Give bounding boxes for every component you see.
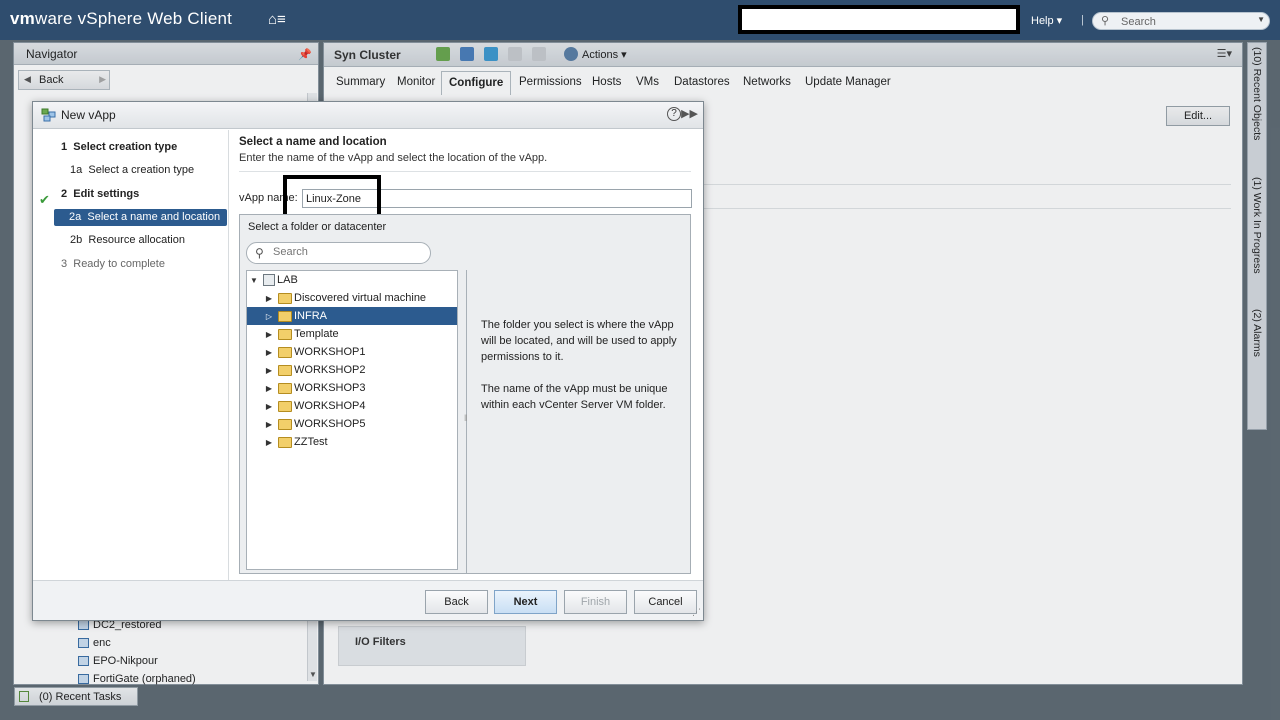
finish-button: Finish bbox=[564, 590, 627, 614]
checkmark-icon: ✔ bbox=[39, 192, 50, 207]
search-placeholder: Search bbox=[1121, 16, 1156, 28]
folder-icon bbox=[278, 400, 292, 412]
step-1a[interactable]: 1a Select a creation type bbox=[70, 164, 194, 176]
folder-icon bbox=[278, 436, 292, 448]
expand-right-icon[interactable]: ▶ bbox=[264, 420, 274, 429]
tree-node-folder[interactable]: ▶ WORKSHOP3 bbox=[247, 379, 457, 397]
global-search[interactable]: ⚲ Search ▼ bbox=[1092, 12, 1270, 30]
folder-icon bbox=[278, 328, 292, 340]
expand-right-icon[interactable]: ▶ bbox=[264, 438, 274, 447]
wizard-content: Select a name and location Enter the nam… bbox=[239, 136, 693, 574]
tree-node-folder[interactable]: ▶ WORKSHOP4 bbox=[247, 397, 457, 415]
help-icon[interactable]: ? bbox=[667, 107, 681, 121]
search-icon: ⚲ bbox=[255, 246, 264, 260]
step-2[interactable]: 2 Edit settings bbox=[61, 188, 139, 200]
resize-grip-icon[interactable]: ⋰ bbox=[692, 607, 701, 618]
expand-right-icon[interactable]: ▶ bbox=[264, 402, 274, 411]
dialog-header: New vApp ? ▶▶ bbox=[33, 102, 703, 129]
expand-right-icon[interactable]: ▶ bbox=[264, 366, 274, 375]
step-2a[interactable]: 2a Select a name and location bbox=[54, 209, 227, 226]
wizard-steps: 1 Select creation type ✔ 1a Select a cre… bbox=[33, 130, 229, 582]
separator: | bbox=[1081, 14, 1084, 26]
section-title: Select a name and location bbox=[239, 136, 387, 148]
folder-icon bbox=[278, 364, 292, 376]
datacenter-icon bbox=[263, 274, 275, 286]
dialog-footer: Back Next Finish Cancel ⋰ bbox=[33, 580, 703, 620]
tree-node-folder[interactable]: ▶ ZZTest bbox=[247, 433, 457, 451]
folder-icon bbox=[278, 346, 292, 358]
top-bar: vmware vSphere Web Client ⌂≡ Help ▾ | ⚲ … bbox=[0, 0, 1280, 40]
expand-right-icon[interactable]: ▶ bbox=[264, 294, 274, 303]
vmware-logo: vmware vSphere Web Client bbox=[10, 9, 233, 28]
expand-down-icon[interactable]: ▼ bbox=[249, 276, 259, 285]
step-3: 3 Ready to complete bbox=[61, 258, 165, 270]
expand-right-icon[interactable]: ▶ bbox=[264, 348, 274, 357]
tree-node-folder[interactable]: ▶ WORKSHOP5 bbox=[247, 415, 457, 433]
folder-icon bbox=[278, 310, 292, 322]
folder-icon bbox=[278, 382, 292, 394]
vapp-name-label: vApp name: bbox=[239, 192, 298, 204]
splitter-grip-icon[interactable]: ‖ bbox=[464, 413, 468, 423]
tree-node-folder-selected[interactable]: ▷ INFRA bbox=[247, 307, 457, 325]
folder-tree: ▼ LAB ▶ Discovered virtual machine ▷ INFRA … bbox=[246, 270, 458, 570]
tree-node-lab[interactable]: ▼ LAB bbox=[249, 271, 459, 289]
folder-icon bbox=[278, 418, 292, 430]
tree-node-folder[interactable]: ▶ WORKSHOP1 bbox=[247, 343, 457, 361]
dialog-title: New vApp bbox=[61, 108, 116, 122]
folder-search-input[interactable] bbox=[273, 246, 423, 258]
vapp-name-input[interactable] bbox=[302, 189, 692, 208]
folder-search[interactable]: ⚲ bbox=[246, 242, 431, 264]
tree-node-folder[interactable]: ▶ Template bbox=[247, 325, 457, 343]
next-button[interactable]: Next bbox=[494, 590, 557, 614]
vapp-icon bbox=[41, 108, 56, 122]
cancel-button[interactable]: Cancel bbox=[634, 590, 697, 614]
help-menu[interactable]: Help ▾ bbox=[1031, 14, 1062, 27]
tree-node-folder[interactable]: ▶ WORKSHOP2 bbox=[247, 361, 457, 379]
folder-panel-title: Select a folder or datacenter bbox=[248, 221, 387, 233]
divider bbox=[239, 171, 691, 172]
product-name: vSphere Web Client bbox=[77, 9, 233, 28]
home-menu-icon[interactable]: ⌂≡ bbox=[268, 11, 286, 28]
search-icon: ⚲ bbox=[1101, 15, 1110, 27]
chevron-down-icon[interactable]: ▼ bbox=[1257, 15, 1265, 24]
expand-icon[interactable]: ▶▶ bbox=[681, 107, 698, 120]
expand-right-icon[interactable]: ▶ bbox=[264, 384, 274, 393]
section-description: Enter the name of the vApp and select th… bbox=[239, 152, 548, 164]
expand-right-icon[interactable]: ▶ bbox=[264, 330, 274, 339]
back-button[interactable]: Back bbox=[425, 590, 488, 614]
expand-right-icon[interactable]: ▷ bbox=[264, 312, 274, 321]
new-vapp-dialog: New vApp ? ▶▶ 1 Select creation type ✔ 1… bbox=[32, 101, 704, 621]
redacted-box bbox=[738, 5, 1020, 34]
tree-node-folder[interactable]: ▶ Discovered virtual machine bbox=[247, 289, 457, 307]
folder-selection-panel: Select a folder or datacenter ⚲ ▼LAB ▶Di… bbox=[239, 214, 691, 574]
step-1[interactable]: 1 Select creation type bbox=[61, 141, 177, 153]
step-2b[interactable]: 2b Resource allocation bbox=[70, 234, 185, 246]
folder-icon bbox=[278, 292, 292, 304]
folder-info-text: The folder you select is where the vApp … bbox=[481, 319, 677, 411]
